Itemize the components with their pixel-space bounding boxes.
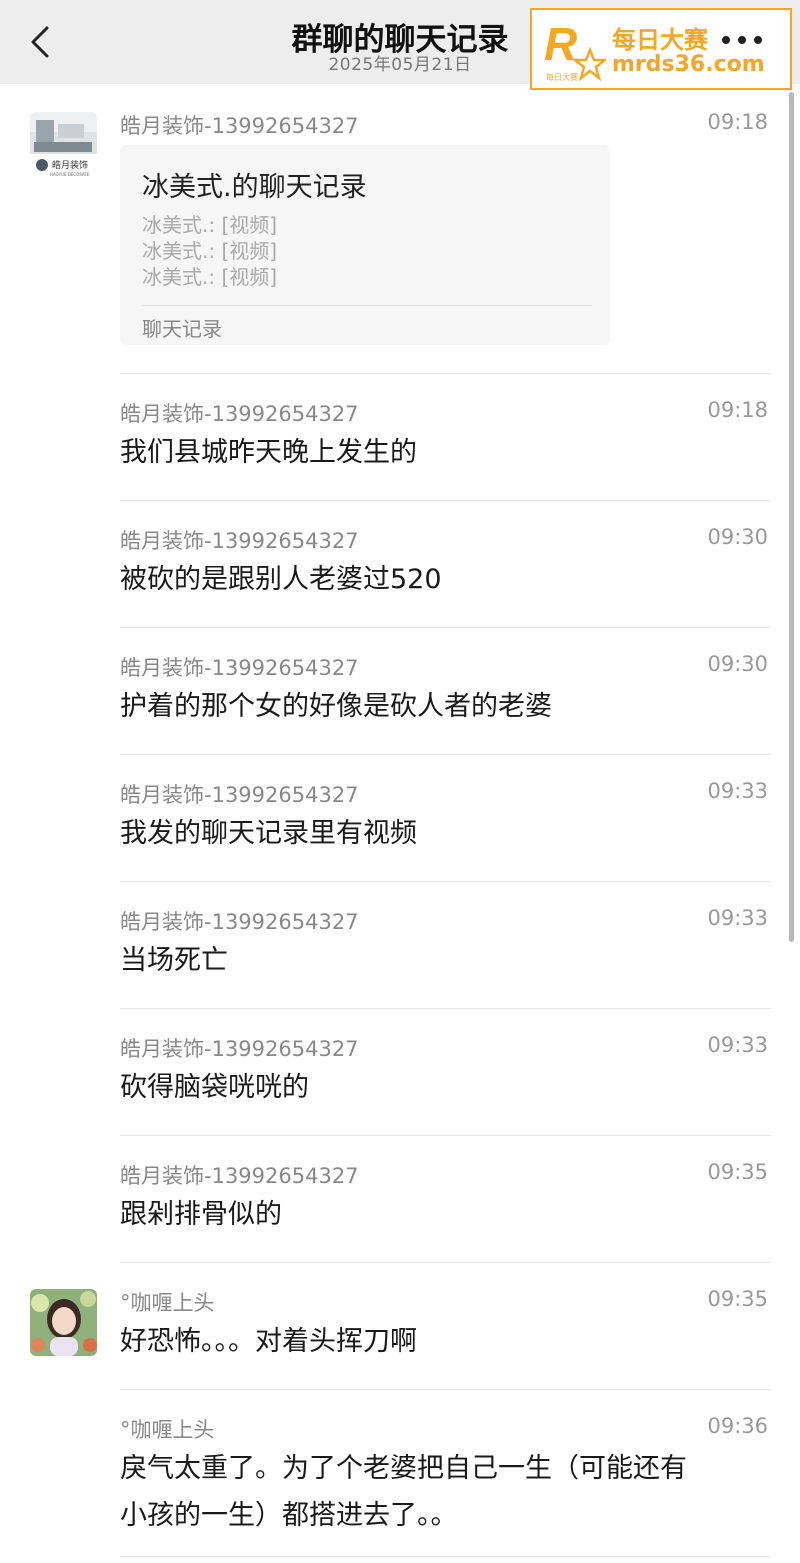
message-text-line: 小孩的一生）都搭进去了。。 bbox=[120, 1500, 458, 1531]
message-text: 当场死亡 bbox=[120, 945, 228, 976]
watermark-logo: R 每日大赛 bbox=[544, 18, 606, 82]
message-time: 09:30 bbox=[707, 652, 768, 676]
message-text: 好恐怖。。。对着头挥刀啊 bbox=[120, 1326, 417, 1357]
message-text-line: 戾气太重了。为了个老婆把自己一生（可能还有 bbox=[120, 1453, 687, 1484]
more-button[interactable] bbox=[716, 22, 776, 52]
divider bbox=[120, 1262, 770, 1263]
message-text: 我发的聊天记录里有视频 bbox=[120, 818, 417, 849]
chat-record-label: 聊天记录 bbox=[142, 317, 222, 341]
message-time: 09:33 bbox=[707, 1033, 768, 1057]
chat-record-title: 冰美式.的聊天记录 bbox=[142, 172, 367, 203]
avatar-sublabel: HAOYUE DECORATE bbox=[50, 172, 90, 177]
chat-record-line: 冰美式.: [视频] bbox=[142, 265, 278, 289]
divider bbox=[120, 1135, 770, 1136]
watermark-text-2: mrds36.com bbox=[612, 52, 765, 77]
message-text: 跟剁排骨似的 bbox=[120, 1199, 282, 1230]
divider bbox=[120, 373, 770, 374]
divider bbox=[120, 627, 770, 628]
divider bbox=[120, 500, 770, 501]
watermark-text-1: 每日大赛 bbox=[612, 26, 708, 54]
message-text: 被砍的是跟别人老婆过520 bbox=[120, 564, 442, 595]
message-text: 护着的那个女的好像是砍人者的老婆 bbox=[120, 691, 552, 722]
sender-name: 皓月装饰-13992654327 bbox=[120, 1164, 359, 1188]
chat-record-line: 冰美式.: [视频] bbox=[142, 239, 278, 263]
message-time: 09:18 bbox=[707, 398, 768, 422]
sender-name: °咖喱上头 bbox=[120, 1418, 215, 1442]
divider bbox=[120, 1008, 770, 1009]
divider bbox=[120, 881, 770, 882]
message-time: 09:33 bbox=[707, 779, 768, 803]
sender-name: 皓月装饰-13992654327 bbox=[120, 783, 359, 807]
sender-name: 皓月装饰-13992654327 bbox=[120, 656, 359, 680]
message-time: 09:30 bbox=[707, 525, 768, 549]
sender-name: 皓月装饰-13992654327 bbox=[120, 910, 359, 934]
chat-record-card[interactable]: 冰美式.的聊天记录 冰美式.: [视频] 冰美式.: [视频] 冰美式.: [视… bbox=[120, 145, 610, 345]
divider bbox=[120, 754, 770, 755]
message-time: 09:35 bbox=[707, 1287, 768, 1311]
divider bbox=[120, 1389, 770, 1390]
avatar-label: 皓月装饰 bbox=[52, 159, 88, 171]
sender-name: 皓月装饰-13992654327 bbox=[120, 1037, 359, 1061]
more-dots-icon bbox=[722, 36, 762, 44]
avatar[interactable] bbox=[30, 1289, 97, 1356]
watermark-logo-letter: R bbox=[544, 18, 577, 70]
message-time: 09:33 bbox=[707, 906, 768, 930]
user-avatar-image bbox=[30, 1289, 97, 1356]
message-time: 09:36 bbox=[707, 1414, 768, 1438]
sender-name: 皓月装饰-13992654327 bbox=[120, 529, 359, 553]
message-time: 09:18 bbox=[707, 110, 768, 134]
divider bbox=[142, 305, 592, 306]
scrollbar[interactable] bbox=[789, 92, 794, 942]
company-avatar-image: 皓月装饰 HAOYUE DECORATE bbox=[30, 112, 97, 179]
chat-record-line: 冰美式.: [视频] bbox=[142, 213, 278, 237]
sender-name: °咖喱上头 bbox=[120, 1291, 215, 1315]
message-text: 砍得脑袋咣咣的 bbox=[120, 1072, 309, 1103]
divider bbox=[120, 1556, 770, 1557]
message-text: 我们县城昨天晚上发生的 bbox=[120, 437, 417, 468]
sender-name: 皓月装饰-13992654327 bbox=[120, 114, 359, 138]
message-time: 09:35 bbox=[707, 1160, 768, 1184]
sender-name: 皓月装饰-13992654327 bbox=[120, 402, 359, 426]
star-icon bbox=[571, 46, 606, 82]
avatar[interactable]: 皓月装饰 HAOYUE DECORATE bbox=[30, 112, 97, 179]
watermark-logo-small: 每日大赛 bbox=[546, 72, 578, 82]
